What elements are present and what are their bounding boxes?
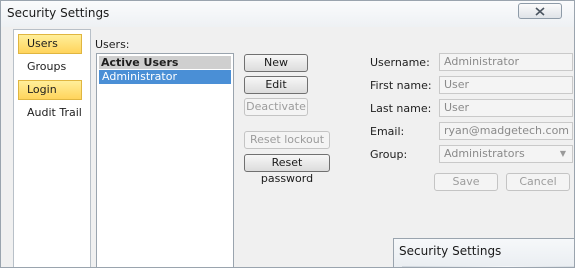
group-select-value: Administrators (444, 147, 525, 160)
email-label: Email: (370, 125, 405, 138)
sidebar-nav: Users Groups Login Audit Trail (13, 29, 91, 267)
cancel-button[interactable]: Cancel (506, 173, 570, 191)
group-label: Group: (370, 148, 408, 161)
last-name-label: Last name: (370, 102, 432, 115)
group-select[interactable]: Administrators ▼ (439, 145, 573, 163)
last-name-field[interactable]: User (439, 99, 573, 117)
window-title: Security Settings (7, 6, 110, 20)
username-label: Username: (370, 56, 430, 69)
sidebar-item-groups[interactable]: Groups (18, 57, 82, 77)
email-field[interactable]: ryan@madgetech.com (439, 122, 573, 140)
list-header: Active Users (99, 56, 231, 69)
reset-password-button[interactable]: Reset password (244, 154, 330, 185)
users-label: Users: (95, 38, 130, 51)
title-bar: Security Settings (1, 1, 574, 27)
close-button[interactable] (518, 3, 562, 19)
deactivate-button[interactable]: Deactivate (244, 98, 308, 116)
security-settings-window: Security Settings Users Groups Login Aud… (0, 0, 575, 268)
save-button[interactable]: Save (434, 173, 498, 191)
username-field[interactable]: Administrator (439, 53, 573, 71)
chevron-down-icon: ▼ (559, 149, 566, 158)
close-icon (535, 7, 545, 16)
reset-lockout-button[interactable]: Reset lockout (244, 131, 330, 149)
sidebar-item-users[interactable]: Users (18, 34, 82, 54)
popup-title: Security Settings (399, 244, 502, 258)
new-button[interactable]: New (244, 54, 308, 72)
edit-button[interactable]: Edit (244, 76, 308, 94)
security-settings-popup[interactable]: Security Settings (393, 238, 574, 267)
users-listbox[interactable]: Active Users Administrator (96, 53, 234, 267)
first-name-field[interactable]: User (439, 76, 573, 94)
first-name-label: First name: (370, 79, 432, 92)
sidebar-item-audit-trail[interactable]: Audit Trail (18, 103, 82, 123)
list-item[interactable]: Administrator (99, 70, 231, 84)
client-area: Users Groups Login Audit Trail Users: Ac… (9, 29, 573, 267)
sidebar-item-login[interactable]: Login (18, 80, 82, 100)
